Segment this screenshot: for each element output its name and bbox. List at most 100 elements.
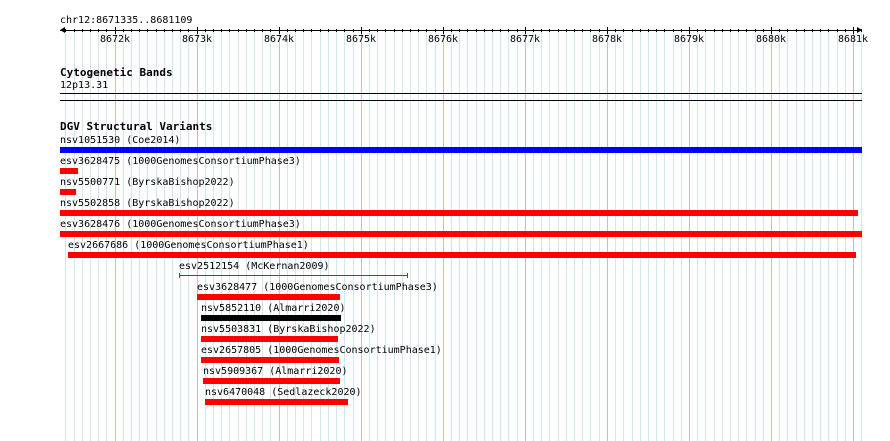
sv-feature-glyph[interactable] [197, 294, 340, 300]
ruler-minor-tick [763, 29, 764, 32]
ruler-minor-tick [615, 29, 616, 32]
sv-feature-label[interactable]: esv3628476 (1000GenomesConsortiumPhase3) [60, 219, 301, 231]
sv-feature-label[interactable]: nsv5500771 (ByrskaBishop2022) [60, 177, 235, 189]
ruler-tick-label: 8678k [591, 34, 623, 45]
sv-feature[interactable]: esv2667686 (1000GenomesConsortiumPhase1) [0, 240, 890, 260]
ruler-tick-label: 8672k [99, 34, 131, 45]
sv-feature-glyph[interactable] [203, 378, 340, 384]
sv-feature[interactable]: esv3628475 (1000GenomesConsortiumPhase3) [0, 156, 890, 176]
sv-feature[interactable]: nsv5502858 (ByrskaBishop2022) [0, 198, 890, 218]
sv-feature-glyph[interactable] [201, 357, 339, 363]
ruler-tick-label: 8674k [263, 34, 295, 45]
sv-feature-label[interactable]: nsv6470048 (Sedlazeck2020) [205, 387, 362, 399]
sv-feature-label[interactable]: nsv5852110 (Almarri2020) [201, 303, 346, 315]
ruler-minor-tick [533, 29, 534, 32]
ruler-minor-tick [205, 29, 206, 32]
ruler-major-tick [853, 27, 854, 34]
sv-feature-source: (1000GenomesConsortiumPhase3) [126, 219, 301, 230]
ruler-minor-tick [500, 29, 501, 32]
sv-feature[interactable]: esv3628477 (1000GenomesConsortiumPhase3) [0, 282, 890, 302]
ruler-minor-tick [303, 29, 304, 32]
sv-feature-source: (1000GenomesConsortiumPhase1) [267, 345, 442, 356]
sv-feature-label[interactable]: esv3628475 (1000GenomesConsortiumPhase3) [60, 156, 301, 168]
sv-feature-source: (Coe2014) [126, 135, 181, 146]
sv-feature-id: esv2667686 [68, 240, 129, 251]
sv-feature-glyph[interactable] [60, 147, 862, 153]
sv-feature-glyph[interactable] [60, 210, 858, 216]
ruler-minor-tick [106, 29, 107, 32]
sv-feature[interactable]: esv2657805 (1000GenomesConsortiumPhase1) [0, 345, 890, 365]
ruler-minor-tick [311, 29, 312, 32]
sv-feature[interactable]: nsv5500771 (ByrskaBishop2022) [0, 177, 890, 197]
ruler-minor-tick [492, 29, 493, 32]
ruler-major-tick [689, 27, 690, 34]
ruler-minor-tick [65, 29, 66, 32]
ruler-minor-tick [147, 29, 148, 32]
sv-feature[interactable]: nsv5503831 (ByrskaBishop2022) [0, 324, 890, 344]
sv-feature-label[interactable]: esv2512154 (McKernan2009) [179, 261, 330, 273]
ruler-tick-label: 8676k [427, 34, 459, 45]
sv-feature-label[interactable]: nsv1051530 (Coe2014) [60, 135, 180, 147]
ruler-minor-tick [156, 29, 157, 32]
sv-feature-glyph[interactable] [68, 252, 856, 258]
ruler-major-tick [361, 27, 362, 34]
ruler-minor-tick [377, 29, 378, 32]
sv-feature-source: (ByrskaBishop2022) [126, 198, 235, 209]
ruler-minor-tick [632, 29, 633, 32]
ruler-minor-tick [623, 29, 624, 32]
sv-feature-id: nsv5502858 [60, 198, 121, 209]
ruler-minor-tick [484, 29, 485, 32]
ruler-tick-label: 8675k [345, 34, 377, 45]
ruler-major-tick [607, 27, 608, 34]
ruler-tick-label: 8677k [509, 34, 541, 45]
ruler-minor-tick [681, 29, 682, 32]
sv-feature-glyph[interactable] [205, 399, 348, 405]
sv-feature-label[interactable]: esv2657805 (1000GenomesConsortiumPhase1) [201, 345, 442, 357]
cytoband-ideogram[interactable] [60, 93, 862, 94]
sv-feature-id: esv3628476 [60, 219, 121, 230]
ruler-minor-tick [90, 29, 91, 32]
sv-feature-source: (1000GenomesConsortiumPhase3) [263, 282, 438, 293]
sv-feature-label[interactable]: esv2667686 (1000GenomesConsortiumPhase1) [68, 240, 309, 252]
ruler-minor-tick [476, 29, 477, 32]
sv-feature-id: esv2512154 [179, 261, 240, 272]
ruler-minor-tick [270, 29, 271, 32]
sv-feature-glyph[interactable] [60, 231, 862, 237]
ruler-minor-tick [402, 29, 403, 32]
ruler-minor-tick [426, 29, 427, 32]
sv-feature-id: esv3628475 [60, 156, 121, 167]
ruler-minor-tick [238, 29, 239, 32]
ruler-major-tick [525, 27, 526, 34]
sv-feature-glyph[interactable] [60, 168, 78, 174]
ruler[interactable]: 8672k 8673k 8674k 8675k 8676k 8677k 8678k 8679k… [0, 0, 890, 50]
sv-feature-label[interactable]: nsv5502858 (ByrskaBishop2022) [60, 198, 235, 210]
sv-feature-glyph[interactable] [179, 275, 407, 276]
sv-feature-id: nsv5909367 [203, 366, 264, 377]
ruler-minor-tick [787, 29, 788, 32]
ruler-minor-tick [246, 29, 247, 32]
sv-feature-glyph[interactable] [60, 189, 76, 195]
ruler-minor-tick [344, 29, 345, 32]
ruler-minor-tick [180, 29, 181, 32]
sv-feature[interactable]: nsv5909367 (Almarri2020) [0, 366, 890, 386]
sv-feature-endcap [179, 273, 180, 278]
cytoband-track-title: Cytogenetic Bands [60, 66, 173, 79]
sv-feature[interactable]: nsv1051530 (Coe2014) [0, 135, 890, 155]
ruler-minor-tick [287, 29, 288, 32]
sv-feature-id: esv2657805 [201, 345, 262, 356]
sv-feature-glyph[interactable] [201, 315, 341, 321]
ruler-minor-tick [664, 29, 665, 32]
sv-feature[interactable]: nsv6470048 (Sedlazeck2020) [0, 387, 890, 407]
sv-feature-source: (ByrskaBishop2022) [267, 324, 376, 335]
sv-feature-label[interactable]: nsv5909367 (Almarri2020) [203, 366, 348, 378]
sv-feature-glyph[interactable] [201, 336, 338, 342]
sv-feature-label[interactable]: nsv5503831 (ByrskaBishop2022) [201, 324, 376, 336]
sv-feature[interactable]: esv2512154 (McKernan2009) [0, 261, 890, 281]
ruler-major-tick [279, 27, 280, 34]
sv-feature[interactable]: esv3628476 (1000GenomesConsortiumPhase3) [0, 219, 890, 239]
sv-feature[interactable]: nsv5852110 (Almarri2020) [0, 303, 890, 323]
ruler-minor-tick [673, 29, 674, 32]
cytoband-label[interactable]: 12p13.31 [60, 80, 108, 92]
ruler-minor-tick [722, 29, 723, 32]
sv-feature-label[interactable]: esv3628477 (1000GenomesConsortiumPhase3) [197, 282, 438, 294]
